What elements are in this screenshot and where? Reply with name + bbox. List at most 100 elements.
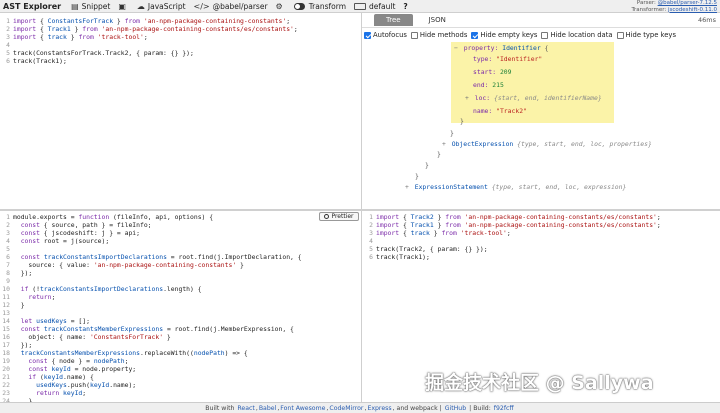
code-token: } <box>13 301 25 309</box>
field-value: 209 <box>499 68 512 76</box>
expand-icon: + <box>442 140 446 148</box>
line-text: track(Track2, { param: {} }); <box>376 245 488 253</box>
code-line: 15 const trackConstantsMemberExpressions… <box>2 325 360 333</box>
node-type: ObjectExpression <box>451 140 514 148</box>
line-number: 14 <box>2 317 10 325</box>
footer-webpack: webpack <box>410 404 438 412</box>
code-token: let <box>20 317 33 325</box>
code-line: 6 const trackConstantsImportDeclarations… <box>2 253 360 261</box>
footer-prefix: Built with <box>205 404 235 412</box>
code-token: trackConstantsImportDeclarations <box>39 285 164 293</box>
tree-node-loc[interactable]: + loc: {start, end, identifierName} <box>465 94 602 102</box>
tree-field-end: end: 215 <box>473 81 504 89</box>
line-number: 15 <box>2 325 10 333</box>
code-token: if <box>28 373 37 381</box>
footer-build-link[interactable]: f92fcff <box>494 405 514 412</box>
code-token: { <box>399 213 411 221</box>
code-token: const <box>20 253 40 261</box>
tree-node-expression-statement[interactable]: + ExpressionStatement {type, start, end,… <box>405 183 626 191</box>
footer-link-github[interactable]: GitHub <box>445 405 466 412</box>
code-token: source: { value: <box>13 261 94 269</box>
horizontal-divider[interactable] <box>0 209 720 211</box>
code-token: const <box>28 357 48 365</box>
field-key: start: <box>473 68 497 76</box>
node-meta: {start, end, identifierName} <box>493 94 602 102</box>
line-text: let usedKeys = []; <box>13 317 90 325</box>
tree-node-object-expression[interactable]: + ObjectExpression {type, start, end, lo… <box>442 140 652 148</box>
code-line: 3 import { track } from 'track-tool'; <box>365 229 720 237</box>
collapse-icon: − <box>454 44 458 52</box>
line-number: 20 <box>2 365 10 373</box>
code-token: import <box>376 221 400 229</box>
footer-link-codemirror[interactable]: CodeMirror <box>329 405 363 412</box>
code-token: ; <box>82 389 87 397</box>
code-token: 'an-npm-package-containing-constants/es/… <box>464 221 657 229</box>
code-token: root = j(source); <box>39 237 110 245</box>
code-token: keyId <box>43 373 64 381</box>
footer-link-font-awesome[interactable]: Font Awesome <box>280 405 325 412</box>
transform-editor[interactable]: 1 module.exports = function (fileInfo, ap… <box>2 213 360 402</box>
code-token: ; <box>124 357 129 365</box>
node-key: property: <box>463 44 499 52</box>
code-token: const <box>20 221 40 229</box>
expand-icon: + <box>465 94 469 102</box>
line-number: 6 <box>369 253 373 261</box>
line-text: module.exports = function (fileInfo, api… <box>13 213 213 221</box>
code-token: .length) { <box>163 285 202 293</box>
prettier-icon <box>324 214 330 219</box>
footer-link-babel[interactable]: Babel <box>259 405 277 412</box>
code-token: Track1 <box>410 221 434 229</box>
code-token: } <box>236 261 244 269</box>
line-text: if (!trackConstantsImportDeclarations.le… <box>13 285 202 293</box>
close-brace: } <box>437 150 441 158</box>
line-number: 1 <box>369 213 373 221</box>
line-text: source: { value: 'an-npm-package-contain… <box>13 261 244 269</box>
footer-link-react[interactable]: React <box>237 405 254 412</box>
code-token: { <box>399 221 411 229</box>
expand-icon: + <box>405 183 409 191</box>
code-token: 'an-npm-package-containing-constants' <box>93 261 237 269</box>
code-token: ; <box>656 213 661 221</box>
code-token: trackConstantsMemberExpressions <box>43 325 164 333</box>
code-line: 9 <box>2 277 360 285</box>
code-line: 5 <box>2 245 360 253</box>
line-text: import { Track1 } from 'an-npm-package-c… <box>376 221 661 229</box>
code-token: { jscodeshift: j } = api; <box>39 229 140 237</box>
line-text: const trackConstantsMemberExpressions = … <box>13 325 294 333</box>
code-token: const <box>20 229 40 237</box>
line-number: 2 <box>6 221 10 229</box>
code-line: 17 }); <box>2 341 360 349</box>
field-value: "Track2" <box>496 107 527 115</box>
line-number: 6 <box>6 253 10 261</box>
code-token: 'an-npm-package-containing-constants/es/… <box>464 213 657 221</box>
ast-tree: − property: Identifier { type: "Identifi… <box>0 0 720 209</box>
code-token: }); <box>13 341 33 349</box>
code-token: 'ConstantsForTrack' <box>89 333 164 341</box>
tree-field-type: type: "Identifier" <box>473 55 542 63</box>
code-token: }); <box>13 269 33 277</box>
close-brace: } <box>415 172 419 180</box>
code-token: ; <box>51 293 56 301</box>
code-line: 20 const keyId = node.property; <box>2 365 360 373</box>
field-key: name: <box>473 107 493 115</box>
prettier-button[interactable]: Prettier <box>319 212 359 221</box>
line-text: import { Track2 } from 'an-npm-package-c… <box>376 213 661 221</box>
code-line: 19 const { node } = nodePath; <box>2 357 360 365</box>
line-number: 22 <box>2 381 10 389</box>
code-line: 22 usedKeys.push(keyId.name); <box>2 381 360 389</box>
code-token: = []; <box>66 317 90 325</box>
tree-node-property[interactable]: − property: Identifier { <box>454 44 548 52</box>
footer-link-express[interactable]: Express <box>367 405 391 412</box>
code-token: track(Track2, { param: {} }); <box>376 245 488 253</box>
line-number: 13 <box>2 309 10 317</box>
code-token: .name) { <box>63 373 94 381</box>
code-token: track <box>410 229 430 237</box>
line-text: usedKeys.push(keyId.name); <box>13 381 136 389</box>
code-token: usedKeys <box>36 317 67 325</box>
line-text: import { track } from 'track-tool'; <box>376 229 511 237</box>
code-token: ; <box>506 229 511 237</box>
line-text: return; <box>13 293 55 301</box>
